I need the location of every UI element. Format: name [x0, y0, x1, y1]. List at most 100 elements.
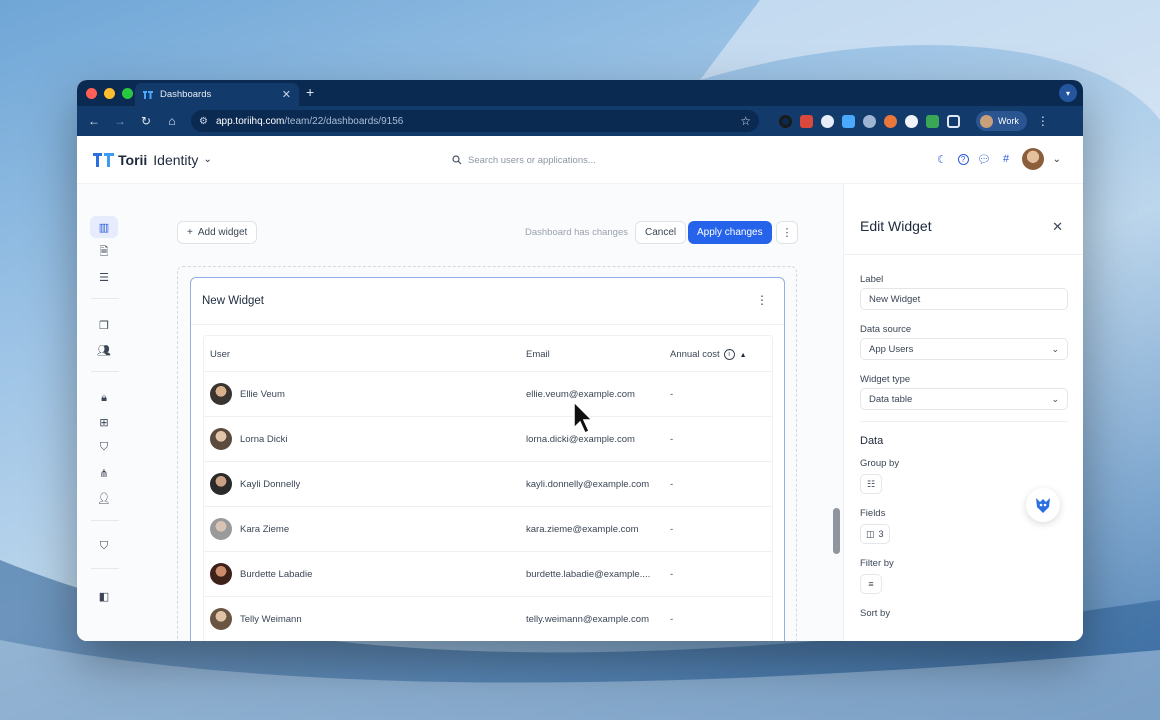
help-chat-button[interactable] — [1026, 488, 1060, 522]
bookmark-star-icon[interactable]: ☆ — [740, 114, 751, 128]
home-icon[interactable]: ⌂ — [161, 110, 183, 132]
tab-title: Dashboards — [160, 89, 212, 100]
sort-by-label: Sort by — [860, 608, 891, 619]
browser-toolbar: ← → ↻ ⌂ ⚙ app.toriihq.com/team/22/dashbo… — [77, 106, 1083, 136]
table-row[interactable]: Ellie Veum ellie.veum@example.com - — [204, 372, 772, 417]
forward-arrow-icon[interactable]: → — [109, 110, 131, 132]
integrations-icon[interactable]: # — [1000, 153, 1013, 166]
table-row[interactable]: Kayli Donnelly kayli.donnelly@example.co… — [204, 462, 772, 507]
scrollbar-thumb[interactable] — [833, 508, 840, 554]
window-controls — [86, 87, 133, 99]
nav-security-icon[interactable]: ⛉ — [90, 436, 118, 458]
extension-red-icon[interactable] — [800, 114, 813, 128]
search-icon — [452, 155, 462, 165]
nav-dashboards-icon[interactable]: ▥ — [90, 216, 118, 238]
users-table: User Email Annual cost i ▲ Ellie Veum elli… — [203, 335, 773, 641]
new-tab-icon[interactable]: + — [306, 84, 314, 100]
label-input[interactable]: New Widget — [860, 288, 1068, 310]
left-nav: ▥ 🗎︎ ☰ ❐ 👥︎ 🔒︎ ⊞ ⛉ ⋔ 👤︎ ⛉ ◧ — [77, 214, 131, 641]
avatar — [210, 518, 232, 540]
canvas-scrollbar[interactable] — [831, 184, 843, 641]
moon-icon[interactable]: ☾ — [936, 153, 949, 166]
nav-collapse-icon[interactable]: ◧ — [90, 585, 118, 607]
nav-org-chart-icon[interactable]: ⋔ — [90, 462, 118, 484]
profile-button[interactable]: Work — [976, 111, 1027, 131]
app-body: ▥ 🗎︎ ☰ ❐ 👥︎ 🔒︎ ⊞ ⛉ ⋔ 👤︎ ⛉ ◧ + Add widget… — [77, 184, 1083, 641]
fields-button[interactable]: ◫ 3 — [860, 524, 890, 544]
table-row[interactable]: Kara Zieme kara.zieme@example.com - — [204, 507, 772, 552]
annual-cost: - — [670, 389, 674, 400]
column-header-user[interactable]: User — [210, 349, 230, 360]
close-window-button[interactable] — [86, 87, 97, 99]
tab-close-icon[interactable]: ✕ — [282, 88, 291, 101]
help-icon[interactable]: ? — [957, 153, 969, 165]
site-info-icon[interactable]: ⚙ — [199, 116, 208, 127]
widget-card[interactable]: New Widget ⋮ User Email Annual cost i ▲ El… — [190, 277, 785, 641]
panel-divider — [844, 254, 1083, 255]
minimize-window-button[interactable] — [104, 87, 115, 99]
table-row[interactable]: Burdette Labadie burdette.labadie@exampl… — [204, 552, 772, 597]
table-row[interactable]: Lorna Dicki lorna.dicki@example.com - — [204, 417, 772, 462]
product-switcher[interactable]: Torii Identity ⌄ — [93, 152, 212, 168]
user-avatar[interactable] — [1021, 148, 1044, 170]
nav-documents-icon[interactable]: 🗎︎ — [90, 241, 118, 263]
address-bar[interactable]: ⚙ app.toriihq.com/team/22/dashboards/915… — [191, 110, 759, 132]
global-search[interactable]: Search users or applications... — [452, 149, 714, 171]
extension-orange-icon[interactable] — [884, 114, 897, 128]
widget-menu-icon[interactable]: ⋮ — [756, 293, 768, 307]
cancel-button[interactable]: Cancel — [635, 221, 687, 244]
widget-type-select[interactable]: Data table ⌄ — [860, 388, 1068, 410]
extensions-puzzle-icon[interactable] — [947, 114, 960, 128]
filter-button[interactable]: ≡ — [860, 574, 882, 594]
widget-divider — [191, 324, 784, 325]
browser-menu-icon[interactable]: ⋮ — [1037, 114, 1049, 128]
group-by-button[interactable]: ☷ — [860, 474, 882, 494]
data-source-select[interactable]: App Users ⌄ — [860, 338, 1068, 360]
chevron-down-icon: ⌄ — [203, 154, 212, 165]
widget-title: New Widget — [202, 295, 264, 307]
chevron-down-icon: ⌄ — [1051, 343, 1059, 354]
nav-applications-icon[interactable]: ❐ — [90, 314, 118, 336]
columns-icon: ◫ — [866, 528, 875, 539]
user-email: ellie.veum@example.com — [526, 389, 635, 400]
search-input[interactable]: Search users or applications... — [468, 155, 596, 166]
table-row[interactable]: Telly Weimann telly.weimann@example.com … — [204, 597, 772, 641]
extension-green-icon[interactable] — [926, 114, 939, 128]
nav-users-icon[interactable]: 👥︎ — [90, 339, 118, 361]
column-header-annual-cost[interactable]: Annual cost i ▲ — [670, 349, 747, 360]
nav-list-icon[interactable]: ☰ — [90, 266, 118, 288]
nav-access-icon[interactable]: 🔒︎ — [90, 387, 118, 409]
column-header-email[interactable]: Email — [526, 349, 550, 360]
user-name: Kayli Donnelly — [240, 479, 301, 490]
tab-search-chevron-icon[interactable]: ▾ — [1059, 84, 1077, 102]
annual-cost: - — [670, 434, 674, 445]
extension-torii-icon[interactable] — [842, 114, 855, 128]
extension-shield-icon[interactable] — [821, 114, 834, 128]
close-icon[interactable]: ✕ — [1052, 219, 1063, 235]
browser-window: Dashboards ✕ + ▾ ← → ↻ ⌂ ⚙ app.toriihq.c… — [77, 80, 1083, 641]
maximize-window-button[interactable] — [122, 87, 133, 99]
data-section-title: Data — [860, 435, 884, 447]
extension-circle-icon[interactable] — [863, 114, 876, 128]
chevron-down-icon[interactable]: ⌄ — [1053, 154, 1061, 165]
extensions-row — [779, 114, 960, 128]
nav-user-remove-icon[interactable]: 👤︎ — [90, 487, 118, 509]
browser-tab-dashboards[interactable]: Dashboards ✕ — [135, 83, 299, 106]
user-name: Burdette Labadie — [240, 569, 313, 580]
reload-icon[interactable]: ↻ — [135, 110, 157, 132]
filter-icon: ≡ — [868, 579, 874, 589]
nav-shield-check-icon[interactable]: ⛉ — [90, 535, 118, 557]
nav-catalog-icon[interactable]: ⊞ — [90, 411, 118, 433]
edit-widget-panel: Edit Widget ✕ Label New Widget Data sour… — [843, 184, 1083, 641]
annual-cost: - — [670, 614, 674, 625]
add-widget-button[interactable]: + Add widget — [177, 221, 258, 244]
extension-record-icon[interactable] — [779, 114, 792, 128]
nav-divider — [91, 520, 119, 521]
dashboard-canvas: + Add widget Dashboard has changes Cance… — [131, 184, 831, 641]
more-options-icon[interactable]: ⋮ — [776, 221, 798, 244]
chat-icon[interactable]: 💬︎ — [977, 153, 991, 166]
extension-globe-icon[interactable] — [905, 114, 918, 128]
avatar — [210, 428, 232, 450]
back-arrow-icon[interactable]: ← — [83, 110, 105, 132]
apply-changes-button[interactable]: Apply changes — [688, 221, 772, 244]
